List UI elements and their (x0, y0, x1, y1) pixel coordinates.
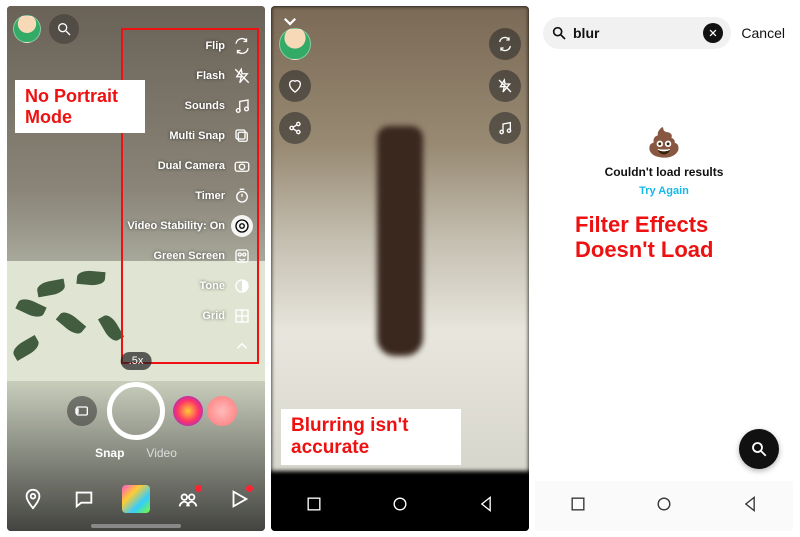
tool-dualcam[interactable]: Dual Camera (127, 154, 253, 178)
capture-modes: Snap Video (7, 446, 265, 460)
screen-camera-tools: Flip Flash Sounds Multi Snap Dual Camera Time… (7, 6, 265, 531)
tool-label: Video Stability: On (127, 220, 225, 232)
tool-flip[interactable]: Flip (127, 34, 253, 58)
try-again-link[interactable]: Try Again (639, 185, 689, 197)
nav-home[interactable] (390, 494, 410, 519)
nav-memories[interactable] (120, 483, 152, 515)
search-fab[interactable] (739, 429, 779, 469)
flip-icon[interactable] (489, 28, 521, 60)
clear-icon[interactable] (703, 23, 723, 43)
empty-state: 💩 Couldn't load results Try Again (535, 126, 793, 197)
tool-greenscreen[interactable]: Green Screen (127, 244, 253, 268)
tool-grid[interactable]: Grid (127, 304, 253, 328)
tool-label: Timer (195, 190, 225, 202)
tool-label: Green Screen (153, 250, 225, 262)
shutter-button[interactable] (107, 382, 165, 440)
lens-thumb-2[interactable] (207, 396, 237, 426)
nav-stories[interactable] (172, 483, 204, 515)
empty-state-message: Couldn't load results (605, 165, 724, 179)
chevron-up-icon (231, 335, 253, 357)
android-navbar (535, 481, 793, 531)
tool-tone[interactable]: Tone (127, 274, 253, 298)
dualcam-icon (231, 155, 253, 177)
greenscreen-icon (231, 245, 253, 267)
nav-recent[interactable] (304, 494, 324, 519)
zoom-level[interactable]: .5x (121, 352, 152, 370)
nav-chat[interactable] (68, 483, 100, 515)
search-icon (551, 25, 567, 41)
tool-label: Multi Snap (169, 130, 225, 142)
empty-state-emoji: 💩 (647, 126, 682, 159)
music-icon (231, 95, 253, 117)
profile-avatar[interactable] (279, 28, 311, 60)
flash-off-icon[interactable] (489, 70, 521, 102)
screen-search-error: blur Cancel 💩 Couldn't load results Try … (535, 6, 793, 531)
nav-recent[interactable] (568, 494, 588, 519)
tool-label: Sounds (185, 100, 225, 112)
flash-off-icon (231, 65, 253, 87)
bottom-navbar (7, 477, 265, 521)
nav-back[interactable] (740, 494, 760, 519)
search-icon[interactable] (49, 14, 79, 44)
grid-icon (231, 305, 253, 327)
tool-timer[interactable]: Timer (127, 184, 253, 208)
cancel-button[interactable]: Cancel (741, 25, 785, 41)
search-value: blur (573, 25, 697, 41)
like-icon[interactable] (279, 70, 311, 102)
gallery-button[interactable] (67, 396, 97, 426)
tool-flash-off[interactable]: Flash (127, 64, 253, 88)
screen-blur-preview: Blurring isn'taccurate (271, 6, 529, 531)
tool-label: Flash (196, 70, 225, 82)
tool-label: Grid (202, 310, 225, 322)
profile-avatar[interactable] (13, 15, 41, 43)
nav-back[interactable] (476, 494, 496, 519)
annotation-blur: Blurring isn'taccurate (281, 409, 461, 465)
nav-map[interactable] (17, 483, 49, 515)
tool-label: Tone (200, 280, 225, 292)
mode-snap[interactable]: Snap (95, 446, 124, 460)
lens-thumb-1[interactable] (173, 396, 203, 426)
annotation-filters: Filter EffectsDoesn't Load (565, 206, 723, 269)
tone-icon (231, 275, 253, 297)
timer-icon (231, 185, 253, 207)
share-icon[interactable] (279, 112, 311, 144)
flip-icon (231, 35, 253, 57)
subject-object (377, 126, 423, 356)
annotation-no-portrait: No PortraitMode (15, 80, 145, 133)
tool-stability[interactable]: Video Stability: On (127, 214, 253, 238)
music-icon[interactable] (489, 112, 521, 144)
nav-spotlight[interactable] (223, 483, 255, 515)
home-indicator (91, 524, 181, 528)
tool-label: Dual Camera (158, 160, 225, 172)
stability-icon (231, 215, 253, 237)
search-input[interactable]: blur (543, 17, 731, 49)
android-navbar (271, 481, 529, 531)
tool-music[interactable]: Sounds (127, 94, 253, 118)
multisnap-icon (231, 125, 253, 147)
camera-tools-panel: Flip Flash Sounds Multi Snap Dual Camera Time… (121, 28, 259, 364)
nav-home[interactable] (654, 494, 674, 519)
tool-label: Flip (205, 40, 225, 52)
tool-multisnap[interactable]: Multi Snap (127, 124, 253, 148)
mode-video[interactable]: Video (146, 446, 176, 460)
